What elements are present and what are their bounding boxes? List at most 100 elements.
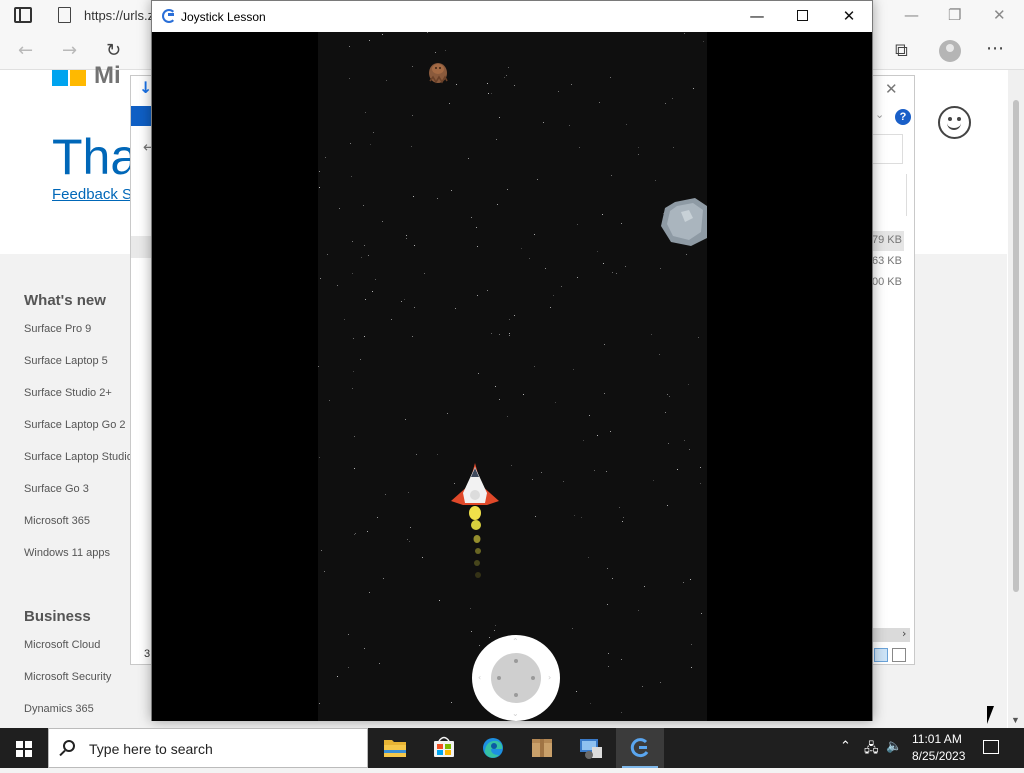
star (543, 122, 544, 123)
taskbar-joystick-lesson[interactable] (616, 728, 664, 768)
scrollbar-thumb[interactable] (1013, 100, 1019, 592)
star (447, 413, 448, 414)
star (406, 235, 407, 236)
browser-close-icon[interactable]: ✕ (993, 6, 1006, 24)
taskbar-search[interactable]: Type here to search (48, 728, 368, 768)
scroll-right-icon[interactable]: › (902, 627, 906, 640)
star (700, 467, 701, 468)
volume-icon[interactable]: 🔈 (886, 739, 902, 754)
footer-heading-whats-new: What's new (24, 292, 106, 309)
star (509, 335, 510, 336)
taskbar-control-panel[interactable] (567, 728, 615, 768)
star (468, 158, 469, 159)
back-icon[interactable]: ← (18, 40, 33, 61)
joystick-lesson-icon (630, 738, 649, 758)
star (414, 245, 415, 246)
minimize-button[interactable]: — (734, 1, 780, 32)
star (665, 103, 666, 104)
star (508, 67, 509, 68)
star (534, 366, 535, 367)
footer-link[interactable]: Surface Go 3 (24, 483, 89, 495)
virtual-joystick[interactable]: ⌃ ⌄ ‹ › (472, 635, 560, 721)
footer-link[interactable]: Surface Pro 9 (24, 323, 91, 335)
star (509, 319, 510, 320)
star (321, 550, 322, 551)
star (689, 449, 690, 450)
preview-view-icon[interactable] (892, 648, 906, 662)
star (555, 402, 556, 403)
tray-overflow-icon[interactable]: ⌃ (840, 739, 851, 754)
maximize-icon[interactable] (797, 10, 808, 21)
search-placeholder: Type here to search (89, 741, 213, 757)
forward-icon[interactable]: → (62, 40, 77, 61)
star (495, 625, 496, 626)
mouse-cursor-icon (987, 706, 994, 724)
clock-date[interactable]: 8/25/2023 (912, 749, 965, 763)
star (638, 610, 639, 611)
taskbar-edge[interactable] (469, 728, 517, 768)
star (382, 34, 383, 35)
notifications-icon[interactable] (983, 740, 999, 754)
star (337, 285, 338, 286)
start-button[interactable] (0, 728, 48, 768)
address-url[interactable]: https://urls.zi (84, 8, 157, 23)
brand-text: Mi (94, 62, 121, 89)
star (619, 507, 620, 508)
collections-icon[interactable]: ⧉ (895, 40, 908, 61)
feedback-link[interactable]: Feedback Si (52, 186, 135, 203)
star (638, 154, 639, 155)
footer-link[interactable]: Windows 11 apps (24, 547, 110, 559)
footer-link[interactable]: Surface Laptop 5 (24, 355, 108, 367)
star (339, 208, 340, 209)
feedback-smiley-icon[interactable] (938, 106, 971, 139)
star (686, 254, 687, 255)
star (354, 436, 355, 437)
network-icon[interactable]: 🖧 (864, 739, 879, 761)
joystick-knob[interactable] (491, 653, 541, 703)
tab-actions-icon[interactable] (14, 7, 32, 23)
star (604, 344, 605, 345)
close-button[interactable]: ✕ (826, 1, 872, 32)
star (573, 369, 574, 370)
page-icon (58, 7, 71, 23)
star (325, 157, 326, 158)
star (611, 175, 612, 176)
star (625, 266, 626, 267)
star (583, 440, 584, 441)
star (379, 663, 380, 664)
browser-restore-icon[interactable]: ❐ (948, 6, 961, 24)
refresh-icon[interactable]: ↻ (106, 40, 121, 61)
star (690, 579, 691, 580)
profile-avatar[interactable] (939, 40, 961, 62)
footer-link[interactable]: Surface Laptop Studio (24, 451, 133, 463)
taskbar-file-explorer[interactable] (371, 728, 419, 768)
star (361, 257, 362, 258)
clock-time[interactable]: 11:01 AM (912, 732, 962, 746)
browser-minimize-icon[interactable]: — (904, 6, 919, 24)
footer-link[interactable]: Microsoft 365 (24, 515, 90, 527)
more-options-icon[interactable]: ⋯ (986, 38, 1004, 59)
star (424, 273, 425, 274)
footer-link[interactable]: Microsoft Cloud (24, 639, 100, 651)
taskbar-package-app[interactable] (518, 728, 566, 768)
dialog-close-icon[interactable]: ✕ (885, 80, 898, 98)
star (507, 189, 508, 190)
page-scrollbar[interactable] (1008, 70, 1024, 728)
star (597, 435, 598, 436)
help-icon[interactable]: ? (895, 109, 911, 125)
star (451, 702, 452, 703)
taskbar: Type here to search ⌃ 🖧 🔈 11:01 AM 8/25/… (0, 728, 1024, 768)
star (499, 334, 500, 335)
dialog-chevron-icon[interactable]: ⌄ (875, 108, 884, 121)
footer-link[interactable]: Surface Studio 2+ (24, 387, 112, 399)
taskbar-store[interactable] (420, 728, 468, 768)
footer-link[interactable]: Microsoft Security (24, 671, 111, 683)
footer-link[interactable]: Dynamics 365 (24, 703, 94, 715)
details-view-icon[interactable] (874, 648, 888, 662)
footer-link[interactable]: Surface Laptop Go 2 (24, 419, 126, 431)
star (588, 557, 589, 558)
game-titlebar[interactable]: Joystick Lesson — ✕ (152, 1, 872, 32)
dialog-search-box[interactable] (873, 134, 903, 164)
game-playfield[interactable]: ⌃ ⌄ ‹ › (318, 32, 707, 721)
scroll-down-icon[interactable]: ▼ (1011, 715, 1020, 725)
